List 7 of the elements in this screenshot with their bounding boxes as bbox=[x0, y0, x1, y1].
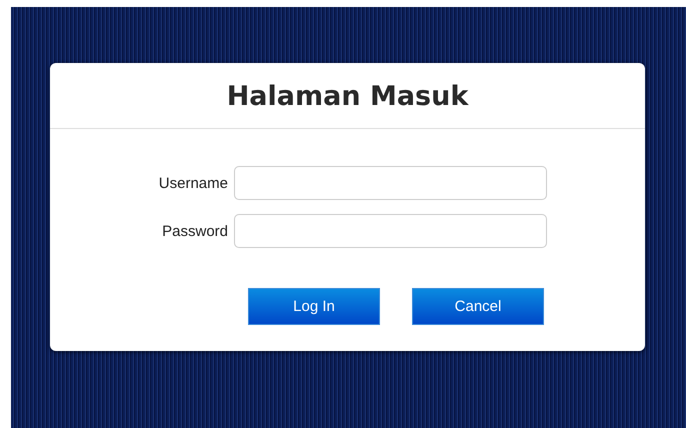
password-field[interactable] bbox=[234, 214, 547, 248]
login-button[interactable]: Log In bbox=[248, 288, 380, 325]
field-label: Username bbox=[158, 174, 229, 192]
cancel-button[interactable]: Cancel bbox=[412, 288, 544, 325]
field-label: Password bbox=[161, 222, 229, 240]
username-field[interactable] bbox=[234, 166, 547, 200]
page-title: Halaman Masuk bbox=[226, 80, 468, 112]
